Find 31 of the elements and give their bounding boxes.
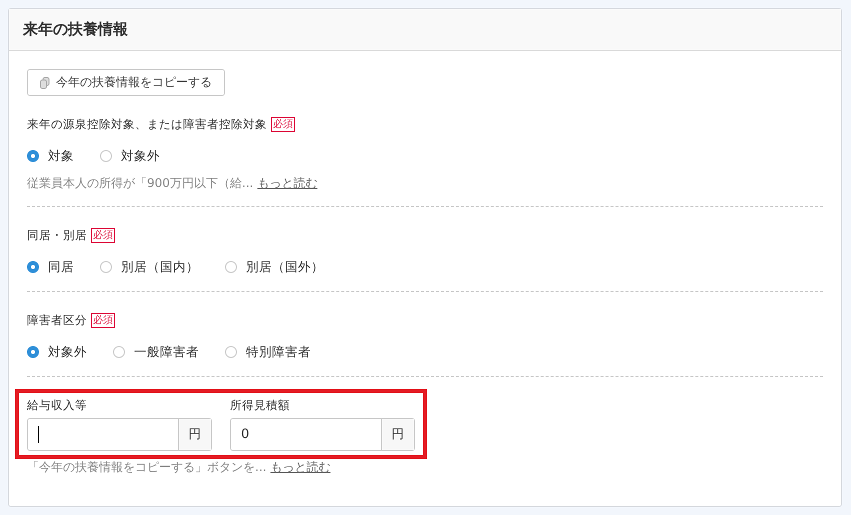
- field-label: 所得見積額: [230, 398, 291, 413]
- radio-button[interactable]: [113, 346, 125, 358]
- radio-button[interactable]: [27, 150, 39, 162]
- radio-option[interactable]: 別居（国外）: [225, 258, 324, 276]
- panel-title: 来年の扶養情報: [23, 20, 128, 39]
- radio-button[interactable]: [100, 150, 112, 162]
- hint-text: 従業員本人の所得が「900万円以下（給...: [27, 175, 254, 192]
- radio-button[interactable]: [100, 261, 112, 273]
- field-label: 同居・別居: [27, 228, 87, 242]
- required-badge: 必須: [91, 228, 115, 242]
- radio-button[interactable]: [225, 346, 237, 358]
- required-badge: 必須: [271, 116, 295, 132]
- field-label: 障害者区分: [27, 312, 87, 328]
- copy-button[interactable]: 今年の扶養情報をコピーする: [27, 69, 225, 96]
- copy-icon: [40, 76, 50, 88]
- radio-option[interactable]: 対象外: [100, 148, 160, 164]
- radio-button[interactable]: [225, 261, 237, 273]
- read-more-link[interactable]: もっと読む: [270, 459, 330, 476]
- radio-option[interactable]: 同居: [27, 258, 74, 276]
- field-label: 来年の源泉控除対象、または障害者控除対象: [27, 116, 267, 132]
- radio-option[interactable]: 一般障害者: [113, 344, 199, 360]
- radio-option[interactable]: 特別障害者: [225, 344, 311, 360]
- required-badge: 必須: [91, 312, 115, 328]
- radio-option[interactable]: 対象外: [27, 344, 87, 360]
- radio-button[interactable]: [27, 261, 39, 273]
- radio-option[interactable]: 対象: [27, 148, 74, 164]
- radio-button[interactable]: [27, 346, 39, 358]
- field-label: 給与収入等: [27, 398, 88, 413]
- read-more-link[interactable]: もっと読む: [257, 175, 318, 192]
- radio-option[interactable]: 別居（国内）: [100, 258, 199, 276]
- hint-text: 「今年の扶養情報をコピーする」ボタンを...: [27, 459, 266, 476]
